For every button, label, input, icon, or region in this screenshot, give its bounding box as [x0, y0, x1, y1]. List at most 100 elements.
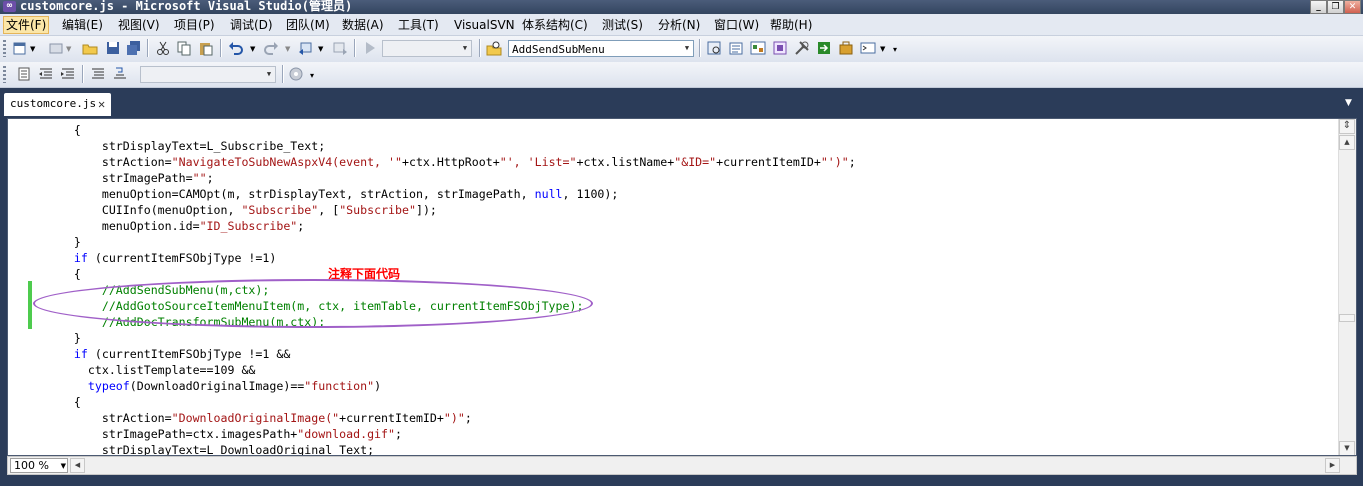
- solution-explorer-icon[interactable]: [706, 40, 722, 56]
- menu-item[interactable]: 项目(P): [172, 17, 217, 33]
- export-icon[interactable]: [816, 40, 832, 56]
- keyword-token: if: [73, 347, 88, 361]
- string-token: "download.gif": [297, 427, 396, 441]
- menu-item[interactable]: 分析(N): [656, 17, 702, 33]
- string-token: "function": [304, 379, 375, 393]
- menu-item[interactable]: 体系结构(C): [520, 17, 590, 33]
- string-token: "DownloadOriginalImage(": [171, 411, 340, 425]
- tools-icon[interactable]: [794, 40, 810, 56]
- scroll-up-icon[interactable]: ▲: [1339, 135, 1355, 150]
- code-line: CUIInfo(menuOption, "Subscribe", ["Subsc…: [46, 202, 437, 218]
- find-in-files-icon[interactable]: [486, 40, 502, 56]
- copy-icon[interactable]: [176, 40, 192, 56]
- chevron-down-icon[interactable]: ▼: [681, 41, 693, 56]
- chevron-down-icon[interactable]: ▼: [459, 41, 471, 56]
- navigate-backward-icon[interactable]: [298, 40, 314, 56]
- code-token: {: [46, 123, 81, 137]
- code-line: ctx.listTemplate==109 &&: [46, 362, 256, 378]
- toolbar-grip[interactable]: [3, 66, 6, 83]
- add-item-icon[interactable]: [48, 40, 64, 56]
- string-token: "', 'List=": [499, 155, 577, 169]
- code-line: if (currentItemFSObjType !=1 &&: [46, 346, 290, 362]
- code-line: strAction="DownloadOriginalImage("+curre…: [46, 410, 472, 426]
- scroll-left-icon[interactable]: ◀: [70, 458, 85, 473]
- code-line: strImagePath=ctx.imagesPath+"download.gi…: [46, 426, 402, 442]
- undo-icon[interactable]: [228, 40, 244, 56]
- code-token: ): [374, 379, 382, 393]
- save-all-icon[interactable]: [126, 40, 142, 56]
- chevron-down-icon[interactable]: ▼: [263, 67, 275, 82]
- command-window-icon[interactable]: [860, 40, 876, 56]
- menu-item[interactable]: 窗口(W): [712, 17, 761, 33]
- start-debugging-icon[interactable]: [362, 40, 378, 56]
- paste-icon[interactable]: [198, 40, 214, 56]
- menu-item[interactable]: 团队(M): [284, 17, 332, 33]
- string-token: "Subscribe": [339, 203, 416, 217]
- menu-item[interactable]: 调试(D): [228, 17, 275, 33]
- code-token: +ctx.listName+: [576, 155, 675, 169]
- code-line: }: [46, 234, 81, 250]
- string-token: "": [192, 171, 207, 185]
- text-editor-toolbar: ▼ ▾: [0, 62, 1363, 88]
- vertical-scrollbar[interactable]: ⇕ ▲ ▼: [1338, 119, 1356, 455]
- toolbar-options-icon[interactable]: ▾: [893, 45, 897, 54]
- menu-item[interactable]: 帮助(H): [768, 17, 814, 33]
- scroll-down-icon[interactable]: ▼: [1339, 441, 1355, 455]
- toolbox-icon[interactable]: [838, 40, 854, 56]
- chevron-down-icon[interactable]: ▼: [61, 459, 66, 473]
- close-icon[interactable]: ✕: [1344, 0, 1361, 14]
- configuration-combo[interactable]: ▼: [382, 40, 472, 57]
- code-line: strDisplayText=L_DownloadOriginal_Text;: [46, 442, 374, 455]
- navigate-forward-icon[interactable]: [332, 40, 348, 56]
- scrollbar-thumb[interactable]: [1339, 314, 1355, 322]
- keyword-token: if: [73, 251, 88, 265]
- scroll-right-icon[interactable]: ▶: [1325, 458, 1340, 473]
- save-icon[interactable]: [105, 40, 121, 56]
- increase-indent-icon[interactable]: [60, 66, 76, 82]
- code-token: }: [46, 331, 81, 345]
- redo-icon[interactable]: [263, 40, 279, 56]
- minimize-icon[interactable]: _: [1310, 0, 1327, 14]
- menu-item[interactable]: 编辑(E): [60, 17, 105, 33]
- uncomment-lines-icon[interactable]: [112, 66, 128, 82]
- menu-item[interactable]: 数据(A): [340, 17, 386, 33]
- tab-customcore-js[interactable]: customcore.js ✕: [4, 93, 111, 116]
- menu-item[interactable]: 文件(F): [3, 16, 50, 34]
- menu-item[interactable]: 视图(V): [116, 17, 162, 33]
- dropdown-arrow-icon[interactable]: ▼: [285, 45, 290, 53]
- dropdown-arrow-icon[interactable]: ▼: [250, 45, 255, 53]
- code-line: strDisplayText=L_Subscribe_Text;: [46, 138, 325, 154]
- toolbar-grip[interactable]: [3, 40, 6, 57]
- object-browser-icon[interactable]: [750, 40, 766, 56]
- zoom-combo[interactable]: 100 % ▼: [10, 458, 68, 473]
- find-combo[interactable]: AddSendSubMenu ▼: [508, 40, 694, 57]
- cut-icon[interactable]: [155, 40, 171, 56]
- menu-item[interactable]: VisualSVN: [452, 17, 517, 33]
- display-object-member-list-icon[interactable]: [16, 66, 32, 82]
- dropdown-arrow-icon[interactable]: ▼: [30, 45, 35, 53]
- platform-combo[interactable]: ▼: [140, 66, 276, 83]
- horizontal-scrollbar[interactable]: ◀ ▶: [70, 458, 1340, 473]
- code-line: menuOption=CAMOpt(m, strDisplayText, str…: [46, 186, 619, 202]
- code-token: {: [46, 395, 81, 409]
- dropdown-arrow-icon[interactable]: ▼: [880, 45, 885, 53]
- restore-icon[interactable]: ❐: [1327, 0, 1344, 14]
- new-project-icon[interactable]: [12, 40, 28, 56]
- class-view-icon[interactable]: [772, 40, 788, 56]
- decrease-indent-icon[interactable]: [38, 66, 54, 82]
- comment-lines-icon[interactable]: [90, 66, 106, 82]
- split-icon[interactable]: ⇕: [1339, 119, 1355, 134]
- menu-item[interactable]: 测试(S): [600, 17, 645, 33]
- properties-icon[interactable]: [728, 40, 744, 56]
- attach-process-icon[interactable]: [288, 66, 304, 82]
- menu-item[interactable]: 工具(T): [396, 17, 441, 33]
- toolbar-options-icon[interactable]: ▾: [310, 71, 314, 80]
- dropdown-arrow-icon[interactable]: ▼: [66, 45, 71, 53]
- close-icon[interactable]: ✕: [98, 93, 105, 115]
- dropdown-arrow-icon[interactable]: ▼: [318, 45, 323, 53]
- code-token: menuOption.id=: [46, 219, 200, 233]
- open-folder-icon[interactable]: [82, 40, 98, 56]
- tab-list-dropdown-icon[interactable]: ▼: [1345, 98, 1357, 112]
- code-token: {: [46, 267, 81, 281]
